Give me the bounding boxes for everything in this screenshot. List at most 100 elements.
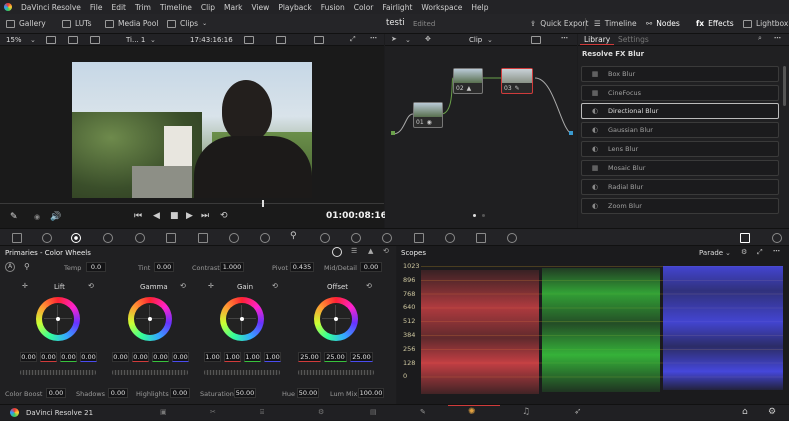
pivot-input[interactable]: 0.435 (290, 262, 314, 272)
3d-icon[interactable] (507, 233, 517, 243)
eye-icon[interactable]: ◉ (34, 213, 40, 221)
highlights-input[interactable]: 0.00 (170, 388, 190, 398)
playhead[interactable] (262, 200, 264, 207)
fusion-page-icon[interactable]: ✎ (420, 408, 426, 416)
menu-timeline[interactable]: Timeline (160, 3, 192, 12)
mode-bars-icon[interactable]: ☰ (351, 247, 357, 255)
qualifier-icon[interactable] (260, 233, 270, 243)
sizing-icon[interactable] (476, 233, 486, 243)
fullscreen-icon[interactable]: ⤢ (350, 35, 356, 44)
play-icon[interactable]: ▶ (186, 211, 193, 221)
timeline-button[interactable]: ☰ Timeline (594, 19, 637, 28)
menu-trim[interactable]: Trim (135, 3, 151, 12)
reset-icon[interactable]: ⟲ (88, 282, 94, 290)
gallery-icon[interactable] (244, 36, 254, 44)
fx-item-cinefocus[interactable]: ▦ CineFocus (581, 85, 779, 101)
more-options-icon[interactable]: ⋯ (774, 34, 781, 42)
crosshair-icon[interactable]: ✛ (208, 282, 214, 290)
gallery-button[interactable]: Gallery (6, 19, 46, 28)
chevron-down-icon[interactable]: ⌄ (405, 36, 411, 44)
eyedropper-icon[interactable]: ⚲ (24, 262, 30, 271)
tracker-icon[interactable] (351, 233, 361, 243)
color-match-icon[interactable] (42, 233, 52, 243)
deliver-page-icon[interactable]: ➶ (574, 407, 582, 417)
gamma-master-slider[interactable] (112, 370, 188, 375)
shadows-input[interactable]: 0.00 (108, 388, 128, 398)
color-wheels-icon[interactable] (71, 233, 81, 243)
viewer-mode-icon[interactable] (46, 36, 56, 44)
menu-view[interactable]: View (252, 3, 270, 12)
key-icon[interactable] (445, 233, 455, 243)
node-mode-selector[interactable]: Clip (469, 36, 482, 44)
lift-y-input[interactable]: 0.00 (20, 352, 37, 362)
menu-playback[interactable]: Playback (278, 3, 311, 12)
gamma-r-input[interactable]: 0.00 (132, 352, 149, 362)
fx-item-radial-blur[interactable]: ◐ Radial Blur (581, 179, 779, 195)
camera-raw-icon[interactable] (12, 233, 22, 243)
skip-to-start-icon[interactable]: ⏮ (134, 211, 142, 221)
effects-button[interactable]: fx Effects (696, 19, 734, 28)
menu-workspace[interactable]: Workspace (421, 3, 462, 12)
zoom-level[interactable]: 15% (6, 36, 22, 44)
fx-item-mosaic-blur[interactable]: ▦ Mosaic Blur (581, 160, 779, 176)
color-page-icon[interactable]: ✺ (468, 407, 476, 417)
offset-wheel[interactable] (314, 297, 358, 341)
color-warper-icon[interactable] (229, 233, 239, 243)
info-icon[interactable] (772, 233, 782, 243)
chevron-down-icon[interactable]: ⌄ (150, 36, 156, 44)
lift-r-input[interactable]: 0.00 (40, 352, 57, 362)
menu-file[interactable]: File (90, 3, 103, 12)
mode-wheels-icon[interactable] (332, 247, 342, 257)
rgb-mixer-icon[interactable] (135, 233, 145, 243)
middetail-input[interactable]: 0.00 (360, 262, 382, 272)
stop-icon[interactable]: ■ (170, 211, 179, 221)
reset-icon[interactable]: ⟲ (180, 282, 186, 290)
scrubber-track[interactable] (0, 203, 384, 204)
lum-mix-input[interactable]: 100.00 (358, 388, 384, 398)
lift-g-input[interactable]: 0.00 (60, 352, 77, 362)
page-dot[interactable] (482, 214, 485, 217)
cut-page-icon[interactable]: ✂ (210, 408, 216, 416)
gamma-y-input[interactable]: 0.00 (112, 352, 129, 362)
node-01[interactable]: 01 ◉ (413, 102, 443, 128)
hand-icon[interactable]: ✥ (425, 35, 431, 43)
blur-icon[interactable] (414, 233, 424, 243)
gamma-b-input[interactable]: 0.00 (172, 352, 189, 362)
gain-y-input[interactable]: 1.00 (204, 352, 221, 362)
more-options-icon[interactable]: ⋯ (370, 34, 377, 42)
viewer-options-icon[interactable] (314, 36, 324, 44)
gain-b-input[interactable]: 1.00 (264, 352, 281, 362)
motion-effects-icon[interactable] (166, 233, 176, 243)
offset-g-input[interactable]: 25.00 (324, 352, 347, 362)
nodes-button[interactable]: ⚯ Nodes (646, 19, 680, 28)
eyedropper-icon[interactable]: ⚲ (290, 231, 300, 241)
menu-help[interactable]: Help (471, 3, 488, 12)
viewer-mode-icon[interactable] (68, 36, 78, 44)
saturation-input[interactable]: 50.00 (234, 388, 256, 398)
fusion-page-icon[interactable]: ⚙ (318, 408, 324, 416)
fx-item-gaussian-blur[interactable]: ◐ Gaussian Blur (581, 122, 779, 138)
clips-button[interactable]: Clips ⌄ (167, 19, 207, 28)
volume-icon[interactable]: 🔊 (50, 212, 61, 222)
fx-item-box-blur[interactable]: ▦ Box Blur (581, 66, 779, 82)
pointer-icon[interactable]: ➤ (391, 35, 397, 43)
media-page-icon[interactable]: ▣ (160, 408, 167, 416)
scope-settings-icon[interactable]: ⚙ (741, 248, 747, 256)
fx-item-zoom-blur[interactable]: ◐ Zoom Blur (581, 198, 779, 214)
auto-balance-icon[interactable]: A (5, 262, 15, 272)
edit-page-icon[interactable]: ⌸ (260, 408, 264, 417)
menu-fusion[interactable]: Fusion (321, 3, 345, 12)
fx-item-lens-blur[interactable]: ◐ Lens Blur (581, 141, 779, 157)
expand-icon[interactable]: ⤢ (757, 248, 763, 257)
search-icon[interactable]: ⌕ (758, 34, 762, 43)
hdr-wheels-icon[interactable] (103, 233, 113, 243)
tab-library[interactable]: Library (584, 35, 610, 44)
luts-button[interactable]: LUTs (62, 19, 92, 28)
home-icon[interactable]: ⌂ (742, 407, 748, 417)
node-editor[interactable]: 01 ◉ 02 ▲ 03 ✎ (385, 46, 577, 228)
scope-mode-selector[interactable]: Parade (699, 249, 723, 257)
page-dot-active[interactable] (473, 214, 476, 217)
loop-icon[interactable]: ⟲ (220, 211, 228, 221)
gain-g-input[interactable]: 1.00 (244, 352, 261, 362)
reset-icon[interactable]: ⟲ (272, 282, 278, 290)
